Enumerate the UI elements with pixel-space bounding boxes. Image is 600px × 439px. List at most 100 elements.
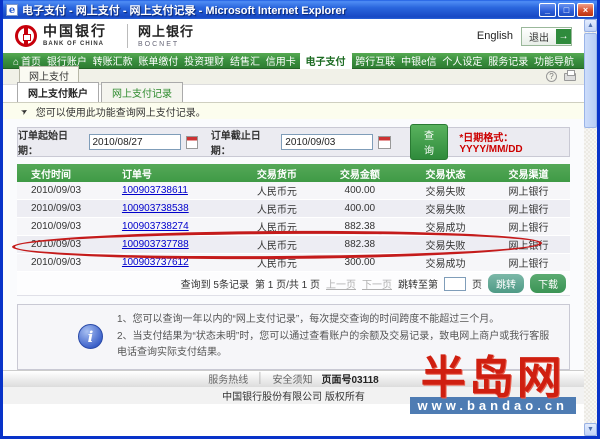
close-button[interactable]: × <box>577 3 594 17</box>
next-page-link[interactable]: 下一页 <box>362 276 392 291</box>
jump-page-input[interactable] <box>444 277 466 291</box>
logout-arrow-icon: → <box>556 29 571 44</box>
cell-channel: 网上银行 <box>487 255 570 270</box>
cell-channel: 网上银行 <box>487 237 570 252</box>
col-status: 交易状态 <box>404 166 487 181</box>
scroll-up-icon[interactable]: ▲ <box>584 19 597 32</box>
cell-pay-date: 2010/09/03 <box>17 257 100 268</box>
help-icon[interactable]: ? <box>546 71 557 82</box>
scrollbar-track[interactable] <box>584 128 597 423</box>
page-number: 页面号03118 <box>321 371 378 386</box>
hint-bar: ➤ 您可以使用此功能查询网上支付记录。 <box>3 102 584 119</box>
cell-currency: 人民币元 <box>238 219 315 234</box>
records-table: 支付时间 订单号 交易货币 交易金额 交易状态 交易渠道 2010/09/03 … <box>17 164 570 272</box>
cell-amount: 882.38 <box>316 239 404 250</box>
main-section: 订单起始日期： 订单截止日期： 查询 *日期格式：YYYY/MM/DD 支付时间… <box>3 119 584 370</box>
nav-item-transfer[interactable]: 转账汇款 <box>91 53 135 68</box>
cell-currency: 人民币元 <box>238 255 315 270</box>
english-link[interactable]: English <box>477 30 513 42</box>
cell-pay-date: 2010/09/03 <box>17 221 100 232</box>
masthead-divider <box>127 24 128 48</box>
order-link[interactable]: 100903737612 <box>100 257 238 268</box>
cell-pay-date: 2010/09/03 <box>17 185 100 196</box>
bank-name-cn: 中国银行 <box>43 25 107 39</box>
tab-payment-records[interactable]: 网上支付记录 <box>101 82 183 102</box>
date-format-note: *日期格式：YYYY/MM/DD <box>459 129 569 155</box>
jump-button[interactable]: 跳转 <box>488 274 524 293</box>
hint-arrow-icon: ➤ <box>19 105 29 116</box>
order-link[interactable]: 100903738611 <box>100 185 238 196</box>
download-button[interactable]: 下载 <box>530 274 566 293</box>
watermark-url: www.bandao.cn <box>410 397 576 414</box>
nav-item-invest[interactable]: 投资理财 <box>182 53 226 68</box>
cell-status: 交易成功 <box>404 219 487 234</box>
footer-separator: │ <box>257 373 263 384</box>
notice-line-1: 1、您可以查询一年以内的“网上支付记录”，每次提交查询的时间跨度不能超过三个月。 <box>117 312 559 329</box>
vertical-scrollbar[interactable]: ▲ ▼ <box>584 19 597 436</box>
cell-amount: 400.00 <box>316 185 404 196</box>
table-row: 2010/09/03 100903738274 人民币元 882.38 交易成功… <box>17 218 570 236</box>
tab-payment-account[interactable]: 网上支付账户 <box>17 82 99 102</box>
cell-currency: 人民币元 <box>238 183 315 198</box>
nav-item-creditcard[interactable]: 信用卡 <box>264 53 298 68</box>
hotline-link[interactable]: 服务热线 <box>208 371 248 386</box>
pager-page-info: 第 1 页/共 1 页 <box>255 276 320 291</box>
scrollbar-thumb[interactable] <box>584 33 597 128</box>
cell-currency: 人民币元 <box>238 201 315 216</box>
product-name-en: BOCNET <box>138 41 194 48</box>
title-bar[interactable]: e 电子支付 - 网上支付 - 网上支付记录 - Microsoft Inter… <box>3 0 597 19</box>
page-content: 中国银行 BANK OF CHINA 网上银行 BOCNET English 退… <box>3 19 584 436</box>
cell-pay-date: 2010/09/03 <box>17 203 100 214</box>
main-nav: ⌂首页 银行账户 转账汇款 账单缴付 投资理财 结售汇 信用卡 电子支付 跨行互… <box>3 53 584 69</box>
prev-page-link[interactable]: 上一页 <box>326 276 356 291</box>
start-date-input[interactable] <box>89 134 181 150</box>
end-date-label: 订单截止日期： <box>211 127 277 157</box>
print-icon[interactable] <box>564 73 576 81</box>
col-pay-date: 支付时间 <box>17 166 100 181</box>
boc-logo-icon <box>15 25 37 47</box>
nav-item-epay[interactable]: 电子支付 <box>300 52 352 69</box>
order-link[interactable]: 100903737788 <box>100 239 238 250</box>
cell-channel: 网上银行 <box>487 183 570 198</box>
nav-item-billpay[interactable]: 账单缴付 <box>136 53 180 68</box>
nav-item-service-log[interactable]: 服务记录 <box>486 53 530 68</box>
col-currency: 交易货币 <box>238 166 315 181</box>
cell-currency: 人民币元 <box>238 237 315 252</box>
calendar-icon[interactable] <box>186 136 198 149</box>
jump-suffix-label: 页 <box>472 276 482 291</box>
start-date-label: 订单起始日期： <box>18 127 84 157</box>
cell-amount: 882.38 <box>316 221 404 232</box>
nav-item-guide[interactable]: 功能导航 <box>532 53 576 68</box>
search-button[interactable]: 查询 <box>410 124 449 160</box>
col-channel: 交易渠道 <box>487 166 570 181</box>
nav-item-settings[interactable]: 个人设定 <box>440 53 484 68</box>
pagination: 查询到 5条记录 第 1 页/共 1 页 上一页 下一页 跳转至第 页 跳转 下… <box>17 272 570 296</box>
nav-item-interbank[interactable]: 跨行互联 <box>353 53 397 68</box>
query-form: 订单起始日期： 订单截止日期： 查询 *日期格式：YYYY/MM/DD <box>17 127 570 157</box>
hint-text: 您可以使用此功能查询网上支付记录。 <box>36 104 206 119</box>
cell-status: 交易失败 <box>404 201 487 216</box>
table-row: 2010/09/03 100903738538 人民币元 400.00 交易失败… <box>17 200 570 218</box>
order-link[interactable]: 100903738538 <box>100 203 238 214</box>
order-link[interactable]: 100903738274 <box>100 221 238 232</box>
calendar-icon[interactable] <box>378 136 390 149</box>
minimize-button[interactable]: _ <box>539 3 556 17</box>
logout-button[interactable]: 退出 → <box>521 27 572 46</box>
watermark-site-name: 半岛网 <box>410 355 576 400</box>
cell-channel: 网上银行 <box>487 219 570 234</box>
scroll-down-icon[interactable]: ▼ <box>584 423 597 436</box>
table-header-row: 支付时间 订单号 交易货币 交易金额 交易状态 交易渠道 <box>17 164 570 182</box>
nav-item-boc-e[interactable]: 中银e信 <box>399 53 439 68</box>
product-name-cn: 网上银行 <box>138 25 194 38</box>
ie-window: e 电子支付 - 网上支付 - 网上支付记录 - Microsoft Inter… <box>0 0 600 439</box>
logout-label: 退出 <box>522 28 556 45</box>
security-notice-link[interactable]: 安全须知 <box>272 371 312 386</box>
end-date-input[interactable] <box>281 134 373 150</box>
cell-status: 交易失败 <box>404 237 487 252</box>
table-row: 2010/09/03 100903738611 人民币元 400.00 交易失败… <box>17 182 570 200</box>
maximize-button[interactable]: □ <box>558 3 575 17</box>
nav-item-fx[interactable]: 结售汇 <box>228 53 262 68</box>
table-row: 2010/09/03 100903737612 人民币元 300.00 交易成功… <box>17 254 570 272</box>
col-amount: 交易金额 <box>316 166 404 181</box>
cell-amount: 300.00 <box>316 257 404 268</box>
